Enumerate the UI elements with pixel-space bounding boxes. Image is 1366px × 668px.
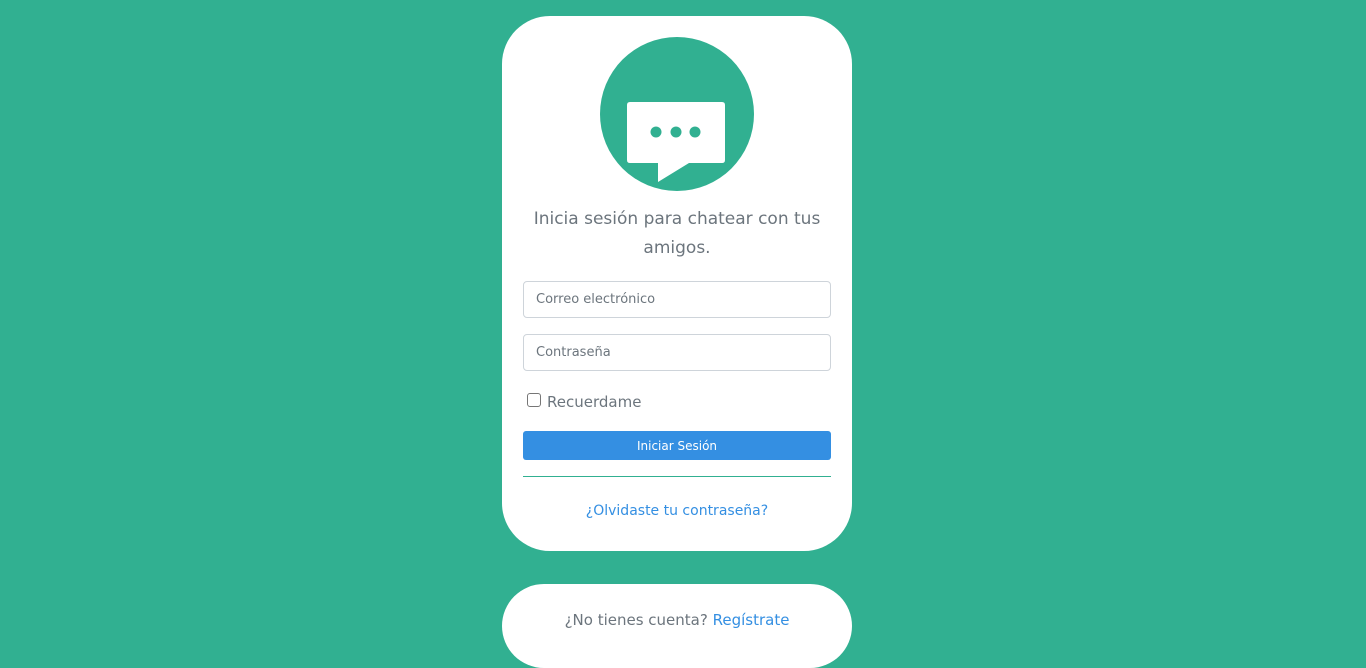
signup-prompt: ¿No tienes cuenta? bbox=[564, 611, 708, 629]
login-card: Inicia sesión para chatear con tus amigo… bbox=[502, 16, 852, 551]
login-tagline: Inicia sesión para chatear con tus amigo… bbox=[533, 209, 821, 258]
remember-me[interactable]: Recuerdame bbox=[527, 390, 641, 411]
signup-link[interactable]: Regístrate bbox=[713, 611, 790, 629]
remember-checkbox[interactable] bbox=[527, 393, 541, 407]
email-field[interactable] bbox=[523, 281, 831, 318]
remember-label[interactable]: Recuerdame bbox=[547, 393, 641, 411]
chat-bubble-icon bbox=[627, 102, 725, 182]
forgot-password-link[interactable]: ¿Olvidaste tu contraseña? bbox=[502, 503, 852, 519]
signup-prompt-row: ¿No tienes cuenta? Regístrate bbox=[502, 611, 852, 629]
signup-card: ¿No tienes cuenta? Regístrate bbox=[502, 584, 852, 668]
app-logo bbox=[600, 37, 754, 191]
password-field[interactable] bbox=[523, 334, 831, 371]
login-button[interactable]: Iniciar Sesión bbox=[523, 431, 831, 460]
divider bbox=[523, 476, 831, 477]
